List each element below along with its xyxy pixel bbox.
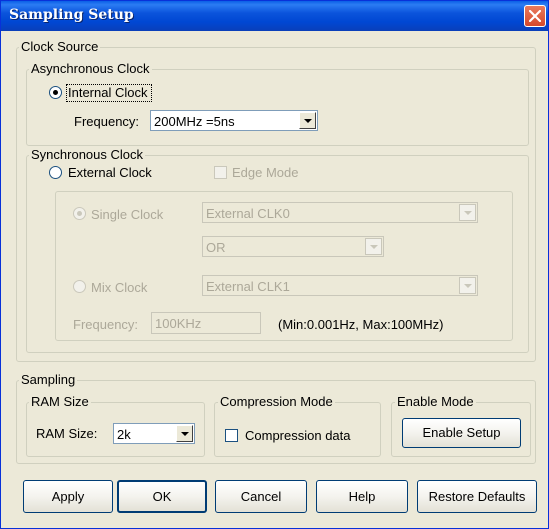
frequency-range-text: (Min:0.001Hz, Max:100MHz) <box>278 317 444 332</box>
external-clock-radio[interactable] <box>49 166 62 179</box>
single-clock-label: Single Clock <box>91 207 164 222</box>
enable-setup-button[interactable]: Enable Setup <box>402 418 521 448</box>
single-clock-select[interactable]: External CLK0 <box>202 202 478 223</box>
mix-clock-select[interactable]: External CLK1 <box>202 275 478 296</box>
sync-clock-label: Synchronous Clock <box>29 147 145 162</box>
chevron-down-icon[interactable] <box>176 425 193 442</box>
logic-operator-value: OR <box>206 240 226 255</box>
sync-frequency-input[interactable]: 100KHz <box>151 312 261 334</box>
apply-button[interactable]: Apply <box>23 480 113 513</box>
ram-size-value: 2k <box>117 427 131 442</box>
help-button[interactable]: Help <box>316 480 408 513</box>
close-button[interactable] <box>524 5 546 27</box>
single-clock-value: External CLK0 <box>206 206 290 221</box>
close-icon <box>529 10 541 22</box>
ok-button[interactable]: OK <box>117 480 207 513</box>
title-bar[interactable]: Sampling Setup <box>1 1 548 31</box>
async-frequency-label: Frequency: <box>74 114 140 129</box>
enable-mode-label: Enable Mode <box>395 394 476 409</box>
sampling-label: Sampling <box>19 372 78 387</box>
async-frequency-value: 200MHz =5ns <box>154 114 235 129</box>
compression-data-checkbox[interactable] <box>225 429 238 442</box>
sync-frequency-label: Frequency: <box>73 317 139 332</box>
compression-data-label[interactable]: Compression data <box>245 428 351 443</box>
restore-defaults-button[interactable]: Restore Defaults <box>417 480 537 513</box>
ram-size-group-label: RAM Size <box>29 394 91 409</box>
chevron-down-icon[interactable] <box>299 112 316 129</box>
chevron-down-icon[interactable] <box>459 204 476 221</box>
chevron-down-icon[interactable] <box>365 238 382 255</box>
ram-size-select[interactable]: 2k <box>113 423 195 444</box>
edge-mode-label: Edge Mode <box>232 165 299 180</box>
async-clock-group <box>26 69 529 146</box>
external-clock-label[interactable]: External Clock <box>68 165 152 180</box>
logic-operator-select[interactable]: OR <box>202 236 384 257</box>
sampling-setup-dialog: Sampling Setup Clock Source Asynchronous… <box>0 0 549 529</box>
mix-clock-radio[interactable] <box>73 280 86 293</box>
async-frequency-select[interactable]: 200MHz =5ns <box>150 110 318 131</box>
cancel-button[interactable]: Cancel <box>215 480 307 513</box>
window-title: Sampling Setup <box>9 7 134 23</box>
mix-clock-label: Mix Clock <box>91 280 148 295</box>
async-clock-label: Asynchronous Clock <box>29 61 152 76</box>
compression-mode-label: Compression Mode <box>218 394 335 409</box>
sync-frequency-value: 100KHz <box>155 316 202 331</box>
single-clock-radio[interactable] <box>73 207 86 220</box>
clock-source-label: Clock Source <box>19 39 101 54</box>
chevron-down-icon[interactable] <box>459 277 476 294</box>
ram-size-field-label: RAM Size: <box>36 426 98 441</box>
edge-mode-checkbox[interactable] <box>214 166 227 179</box>
mix-clock-value: External CLK1 <box>206 279 290 294</box>
internal-clock-radio[interactable] <box>49 86 62 99</box>
internal-clock-label[interactable]: Internal Clock <box>68 85 147 100</box>
